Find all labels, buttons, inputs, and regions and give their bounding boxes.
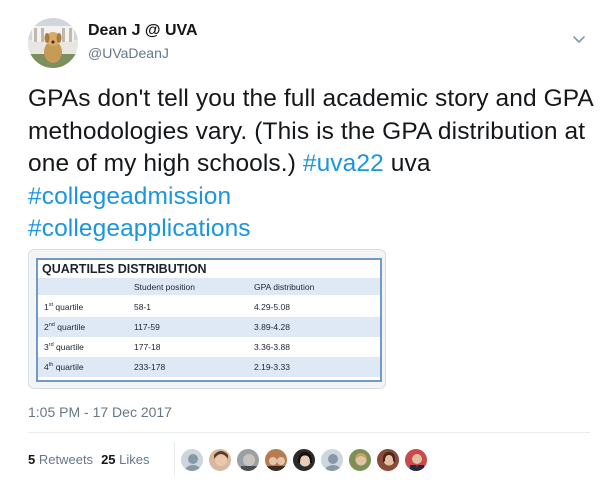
hashtag-link[interactable]: #collegeapplications [28,215,251,242]
user-avatar[interactable] [404,448,428,472]
table-cell: 3.89-4.28 [254,322,290,332]
divider [28,432,590,433]
retweets-label: Retweets [38,452,94,467]
user-avatar[interactable] [348,448,372,472]
retweets-stat[interactable]: 5 Retweets [28,452,93,467]
default-egg-avatar[interactable] [320,448,344,472]
row-label: 3rd quartile [44,342,84,352]
tweet-text: GPAs don't tell you the full academic st… [28,83,598,246]
user-avatar[interactable] [264,448,288,472]
table-cell: 58-1 [134,302,152,312]
column-header: GPA distribution [254,282,315,292]
table-cell: 233-178 [134,362,166,372]
table-cell: 2.19-3.33 [254,362,290,372]
table-row: 4th quartile 233-178 2.19-3.33 [38,357,380,377]
chevron-down-icon[interactable] [570,30,588,48]
likes-label: Likes [119,452,150,467]
author-avatar[interactable] [28,18,78,68]
table-row: 2nd quartile 117-59 3.89-4.28 [38,317,380,337]
likes-count: 25 [101,452,116,467]
table-row: 1st quartile 58-1 4.29-5.08 [38,297,380,317]
tweet-stats: 5 Retweets 25 Likes [28,452,150,467]
table-header-row: Student position GPA distribution [38,278,380,295]
row-label: 1st quartile [44,302,84,312]
tweet-header: Dean J @ UVA @UVaDeanJ [28,18,588,68]
tweet-timestamp[interactable]: 1:05 PM - 17 Dec 2017 [28,404,172,420]
table-cell: 3.36-3.88 [254,342,290,352]
table-cell: 117-59 [134,322,160,332]
table-cell: 177-18 [134,342,161,352]
table-title: QUARTILES DISTRIBUTION [42,262,207,276]
user-avatar[interactable] [376,448,400,472]
row-label: 2nd quartile [44,322,86,332]
default-egg-avatar[interactable] [180,448,204,472]
tweet-image[interactable]: QUARTILES DISTRIBUTION Student position … [28,249,386,389]
hashtag-link[interactable]: #collegeadmission [28,183,231,210]
hashtag-link[interactable]: #uva22 [303,150,384,177]
user-avatar[interactable] [292,448,316,472]
column-header: Student position [134,282,195,292]
row-label: 4th quartile [44,362,84,372]
table-row: 3rd quartile 177-18 3.36-3.88 [38,337,380,357]
likes-stat[interactable]: 25 Likes [101,452,149,467]
user-avatar[interactable] [236,448,260,472]
author-handle[interactable]: @UVaDeanJ [88,45,169,61]
stats-divider [174,442,175,476]
author-name[interactable]: Dean J @ UVA [88,22,198,40]
tweet-text-body: uva [383,150,431,177]
retweets-count: 5 [28,452,36,467]
quartiles-table: QUARTILES DISTRIBUTION Student position … [36,258,382,382]
table-cell: 4.29-5.08 [254,302,290,312]
user-avatar[interactable] [208,448,232,472]
